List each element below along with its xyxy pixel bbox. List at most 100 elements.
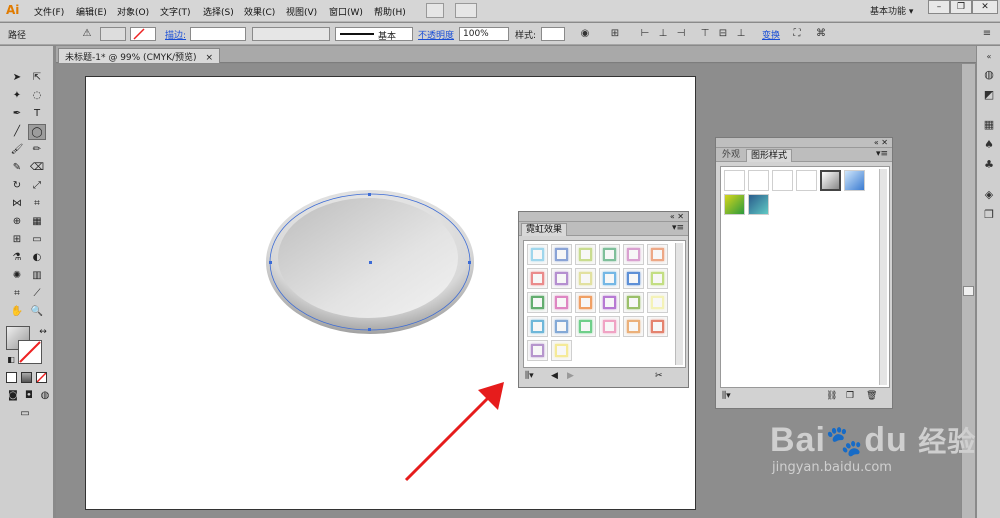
neon-swatch[interactable]	[623, 268, 644, 289]
workspace-switcher[interactable]: 基本功能 ▾	[870, 4, 913, 17]
neon-swatch[interactable]	[599, 292, 620, 313]
panel-titlebar[interactable]: « ✕	[519, 212, 688, 222]
symbols-panel-icon[interactable]: ♣	[982, 158, 996, 172]
neon-swatch[interactable]	[575, 268, 596, 289]
menu-file[interactable]: 文件(F)	[34, 5, 64, 18]
align-center-icon[interactable]: ⊥	[656, 27, 670, 41]
direct-selection-tool-icon[interactable]: ⇱	[28, 70, 46, 86]
color-panel-icon[interactable]: ◍	[982, 68, 996, 82]
make-envelope-icon[interactable]: ⌘	[814, 27, 828, 41]
pencil-tool-icon[interactable]: ✏	[28, 142, 46, 158]
blob-brush-tool-icon[interactable]: ✎	[8, 160, 26, 176]
eraser-tool-icon[interactable]: ⌫	[28, 160, 46, 176]
ellipse-shape[interactable]	[262, 186, 482, 342]
gradient-tool-icon[interactable]: ▭	[28, 232, 46, 248]
neon-swatch[interactable]	[599, 244, 620, 265]
free-transform-tool-icon[interactable]: ⌗	[28, 196, 46, 212]
tools-icon[interactable]: ✂	[655, 371, 663, 381]
align-top-icon[interactable]: ⊤	[698, 27, 712, 41]
restore-icon[interactable]: ❐	[950, 0, 972, 14]
menu-view[interactable]: 视图(V)	[286, 5, 317, 18]
default-fill-stroke-icon[interactable]: ◧	[2, 352, 20, 368]
stroke-weight-input[interactable]	[190, 27, 246, 41]
tab-appearance[interactable]: 外观	[718, 149, 744, 162]
stroke-weight-label[interactable]: 描边:	[165, 28, 186, 41]
neon-swatch[interactable]	[575, 316, 596, 337]
gradient-mode-icon[interactable]	[21, 372, 32, 383]
artboards-panel-icon[interactable]: ❐	[982, 208, 996, 222]
next-library-icon[interactable]: ▶	[567, 371, 574, 381]
neon-swatch[interactable]	[599, 268, 620, 289]
style-swatch[interactable]	[772, 170, 793, 191]
pen-tool-icon[interactable]: ✒	[8, 106, 26, 122]
align-right-icon[interactable]: ⊣	[674, 27, 688, 41]
align-middle-icon[interactable]: ⊟	[716, 27, 730, 41]
style-swatch[interactable]	[796, 170, 817, 191]
symbol-sprayer-tool-icon[interactable]: ✺	[8, 268, 26, 284]
selection-tool-icon[interactable]: ➤	[8, 70, 26, 86]
neon-swatch[interactable]	[551, 268, 572, 289]
neon-swatch[interactable]	[623, 316, 644, 337]
menu-select[interactable]: 选择(S)	[203, 5, 234, 18]
neon-swatch[interactable]	[527, 340, 548, 361]
line-tool-icon[interactable]: ╱	[8, 124, 26, 140]
brush-definition-select[interactable]: 基本	[335, 27, 413, 42]
brushes-panel-icon[interactable]: ♠	[982, 138, 996, 152]
width-tool-icon[interactable]: ⋈	[8, 196, 26, 212]
rotate-tool-icon[interactable]: ↻	[8, 178, 26, 194]
document-close-icon[interactable]: ×	[205, 53, 213, 63]
stroke-color-picker[interactable]	[130, 27, 156, 41]
style-swatch[interactable]	[748, 170, 769, 191]
align-bottom-icon[interactable]: ⊥	[734, 27, 748, 41]
menu-window[interactable]: 窗口(W)	[329, 5, 363, 18]
blend-tool-icon[interactable]: ◐	[28, 250, 46, 266]
ellipse-tool-icon[interactable]: ◯	[28, 124, 46, 140]
menu-help[interactable]: 帮助(H)	[374, 5, 406, 18]
neon-swatch[interactable]	[623, 292, 644, 313]
fill-color-picker[interactable]	[100, 27, 126, 41]
neon-swatch[interactable]	[575, 292, 596, 313]
isolate-icon[interactable]: ⛶	[790, 27, 804, 41]
transform-link[interactable]: 变换	[762, 28, 780, 41]
warning-icon[interactable]: ⚠	[80, 27, 94, 41]
menu-edit[interactable]: 编辑(E)	[76, 5, 107, 18]
menu-type[interactable]: 文字(T)	[160, 5, 191, 18]
none-mode-icon[interactable]	[36, 372, 47, 383]
neon-swatch[interactable]	[575, 244, 596, 265]
arrange-documents-icon[interactable]	[455, 3, 477, 18]
delete-icon[interactable]: 🗑	[866, 391, 877, 401]
style-default-swatch[interactable]	[724, 170, 745, 191]
menu-effect[interactable]: 效果(C)	[244, 5, 275, 18]
panel-titlebar[interactable]: « ✕	[716, 138, 892, 148]
panel-menu-icon[interactable]: ▾≡	[876, 149, 888, 159]
neon-swatch[interactable]	[527, 316, 548, 337]
panel-scrollbar[interactable]	[879, 169, 887, 385]
stroke-swatch[interactable]	[18, 340, 42, 364]
lasso-tool-icon[interactable]: ◌	[28, 88, 46, 104]
neon-swatch[interactable]	[551, 316, 572, 337]
panel-scrollbar[interactable]	[675, 243, 683, 365]
swap-fill-stroke-icon[interactable]: ↔	[34, 324, 52, 340]
neon-swatch[interactable]	[551, 292, 572, 313]
neon-swatch[interactable]	[647, 268, 668, 289]
color-mode-icon[interactable]	[6, 372, 17, 383]
menu-object[interactable]: 对象(O)	[117, 5, 149, 18]
mesh-tool-icon[interactable]: ⊞	[8, 232, 26, 248]
new-style-icon[interactable]: ❐	[846, 391, 854, 401]
scroll-thumb[interactable]	[963, 286, 974, 296]
minimize-icon[interactable]: –	[928, 0, 950, 14]
align-left-icon[interactable]: ⊢	[638, 27, 652, 41]
break-link-icon[interactable]: ⛓	[826, 391, 837, 401]
bridge-icon[interactable]	[426, 3, 444, 18]
magic-wand-tool-icon[interactable]: ✦	[8, 88, 26, 104]
tab-graphic-styles[interactable]: 图形样式	[746, 149, 793, 162]
align-to-icon[interactable]: ⊞	[608, 27, 622, 41]
style-swatch[interactable]	[844, 170, 865, 191]
close-icon[interactable]: ✕	[972, 0, 998, 14]
column-graph-tool-icon[interactable]: ▥	[28, 268, 46, 284]
perspective-grid-tool-icon[interactable]: ▦	[28, 214, 46, 230]
hand-tool-icon[interactable]: ✋	[8, 304, 26, 320]
neon-swatch[interactable]	[527, 244, 548, 265]
graphic-style-picker[interactable]	[541, 27, 565, 41]
style-swatch[interactable]	[748, 194, 769, 215]
